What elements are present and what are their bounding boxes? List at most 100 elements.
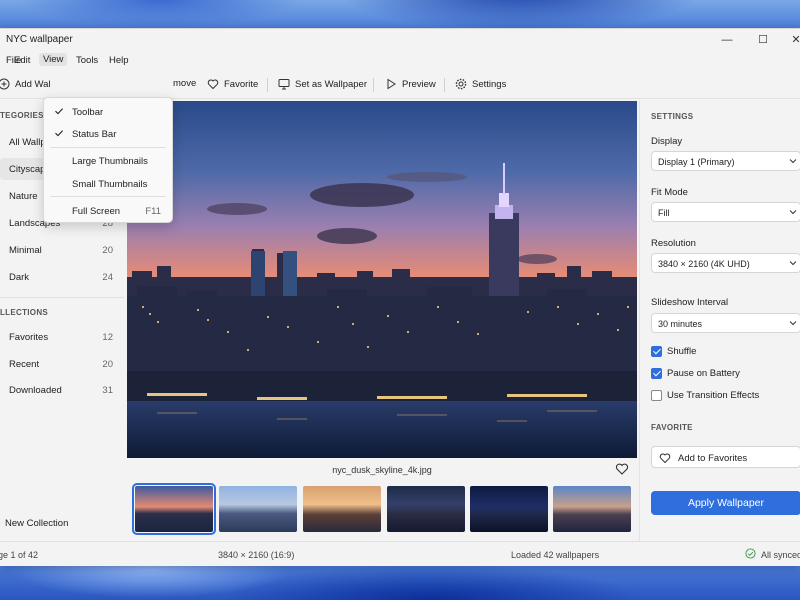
checkmark-icon xyxy=(54,128,64,138)
set-as-wallpaper-label: Set as Wallpaper xyxy=(295,78,367,90)
sidebar-item-minimal[interactable]: Minimal 20 xyxy=(0,239,124,261)
status-bar: ge 1 of 42 3840 × 2160 (16:9) Loaded 42 … xyxy=(0,541,800,566)
sidebar-item-label: Favorites xyxy=(9,332,49,343)
sidebar-item-label: Nature xyxy=(9,191,38,202)
checkmark-icon xyxy=(54,106,64,116)
remove-button[interactable]: move xyxy=(173,78,196,89)
menu-help[interactable]: Help xyxy=(109,55,129,66)
minimize-button[interactable]: — xyxy=(709,30,745,50)
preview-button[interactable]: Preview xyxy=(385,78,436,90)
sidebar-item-label: Recent xyxy=(9,359,40,370)
sidebar-item-label: Minimal xyxy=(9,245,42,256)
chevron-down-icon xyxy=(788,318,798,328)
interval-value: 30 minutes xyxy=(658,319,703,329)
page-indicator: ge 1 of 42 xyxy=(0,550,39,560)
title-bar: NYC wallpaper — ☐ ✕ xyxy=(0,29,800,51)
sidebar-item-recent[interactable]: Recent 20 xyxy=(0,353,124,375)
menu-item-label: Large Thumbnails xyxy=(72,156,148,167)
fit-mode-value: Fill xyxy=(658,208,670,218)
checkbox-unchecked xyxy=(651,389,662,401)
add-wallpaper-button[interactable]: Add Wal xyxy=(0,78,51,90)
new-collection-label: New Collection xyxy=(5,518,69,529)
sidebar-item-downloaded[interactable]: Downloaded 31 xyxy=(0,379,124,401)
fit-mode-label: Fit Mode xyxy=(651,187,688,198)
add-wallpaper-label: Add Wal xyxy=(15,78,51,90)
menu-item-full-screen[interactable]: Full Screen F11 xyxy=(44,201,172,221)
sidebar-item-count: 24 xyxy=(102,272,113,283)
menu-separator xyxy=(50,196,166,197)
shuffle-label: Shuffle xyxy=(667,345,697,357)
categories-heading: TEGORIES xyxy=(0,111,44,120)
apply-wallpaper-button[interactable]: Apply Wallpaper xyxy=(651,491,800,515)
thumbnail-item[interactable] xyxy=(470,486,548,532)
menu-tools[interactable]: Tools xyxy=(76,55,98,66)
sidebar-item-label: Dark xyxy=(9,272,30,283)
maximize-button[interactable]: ☐ xyxy=(745,30,781,50)
fit-mode-select[interactable]: Fill xyxy=(651,202,800,222)
favorite-heading: FAVORITE xyxy=(651,423,693,432)
resolution-select[interactable]: 3840 × 2160 (4K UHD) xyxy=(651,253,800,273)
toolbar-divider xyxy=(373,78,374,92)
view-menu-dropdown: Toolbar Status Bar Large Thumbnails Smal… xyxy=(43,97,173,223)
menu-item-toolbar[interactable]: Toolbar xyxy=(44,102,172,122)
menu-item-shortcut: F11 xyxy=(145,206,161,217)
sidebar-item-label: All Wallp xyxy=(9,137,46,148)
remove-label: move xyxy=(173,78,197,89)
resolution-label: Resolution xyxy=(651,238,696,249)
sidebar-item-dark[interactable]: Dark 24 xyxy=(0,266,124,288)
add-to-favorites-label: Add to Favorites xyxy=(678,453,748,464)
display-value: Display 1 (Primary) xyxy=(658,157,735,167)
wallpaper-preview-image[interactable] xyxy=(127,101,637,458)
chevron-down-icon xyxy=(788,207,798,217)
loaded-count: Loaded 42 wallpapers xyxy=(511,550,600,560)
display-label: Display xyxy=(651,136,683,147)
settings-label: Settings xyxy=(472,78,507,90)
thumbnail-item[interactable] xyxy=(132,483,216,535)
chevron-down-icon xyxy=(788,258,798,268)
thumbnail-item[interactable] xyxy=(387,486,465,532)
transition-effects-label: Use Transition Effects xyxy=(667,389,760,401)
interval-select[interactable]: 30 minutes xyxy=(651,313,800,333)
shuffle-checkbox[interactable]: Shuffle xyxy=(651,344,696,358)
menu-item-label: Toolbar xyxy=(72,107,104,118)
heart-icon[interactable] xyxy=(615,462,629,476)
sidebar-item-favorites[interactable]: Favorites 12 xyxy=(0,326,124,348)
preview-label: Preview xyxy=(402,78,436,90)
close-button[interactable]: ✕ xyxy=(778,30,800,50)
menu-item-large-thumbnails[interactable]: Large Thumbnails xyxy=(44,151,172,171)
sidebar-divider xyxy=(0,297,124,298)
toolbar-divider xyxy=(444,78,445,92)
interval-label: Slideshow Interval xyxy=(651,297,729,308)
play-icon xyxy=(385,78,397,90)
set-as-wallpaper-button[interactable]: Set as Wallpaper xyxy=(278,78,367,90)
menu-item-small-thumbnails[interactable]: Small Thumbnails xyxy=(44,174,172,194)
desktop-wallpaper-bottom xyxy=(0,560,800,600)
nyc-skyline-illustration xyxy=(127,163,637,458)
new-collection-button[interactable]: New Collection xyxy=(0,512,124,534)
add-to-favorites-button[interactable]: Add to Favorites xyxy=(651,446,800,468)
chevron-down-icon xyxy=(788,156,798,166)
collections-heading: LLECTIONS xyxy=(0,308,49,317)
wallpaper-filename: nyc_dusk_skyline_4k.jpg xyxy=(332,465,432,475)
favorite-button[interactable]: Favorite xyxy=(207,78,258,90)
display-select[interactable]: Display 1 (Primary) xyxy=(651,151,800,171)
checkbox-checked xyxy=(651,345,662,357)
heart-icon xyxy=(207,78,219,90)
menu-edit[interactable]: Edit xyxy=(14,55,30,66)
pause-on-battery-checkbox[interactable]: Pause on Battery xyxy=(651,366,740,380)
menu-separator xyxy=(50,147,166,148)
menu-view[interactable]: View xyxy=(39,53,68,66)
settings-button[interactable]: Settings xyxy=(455,78,506,90)
menu-item-status-bar[interactable]: Status Bar xyxy=(44,124,172,144)
sync-status: All synced xyxy=(761,550,800,560)
menu-bar: File Edit View Tools Help xyxy=(0,51,800,69)
transition-effects-checkbox[interactable]: Use Transition Effects xyxy=(651,388,759,402)
sidebar-item-count: 20 xyxy=(102,359,113,370)
menu-item-label: Status Bar xyxy=(72,129,117,140)
thumbnail-item[interactable] xyxy=(303,486,381,532)
thumbnail-item[interactable] xyxy=(553,486,631,532)
toolbar-divider xyxy=(267,78,268,92)
thumbnail-item[interactable] xyxy=(219,486,297,532)
menu-edit-label: Edit xyxy=(14,55,31,66)
sidebar-item-count: 31 xyxy=(102,385,113,396)
